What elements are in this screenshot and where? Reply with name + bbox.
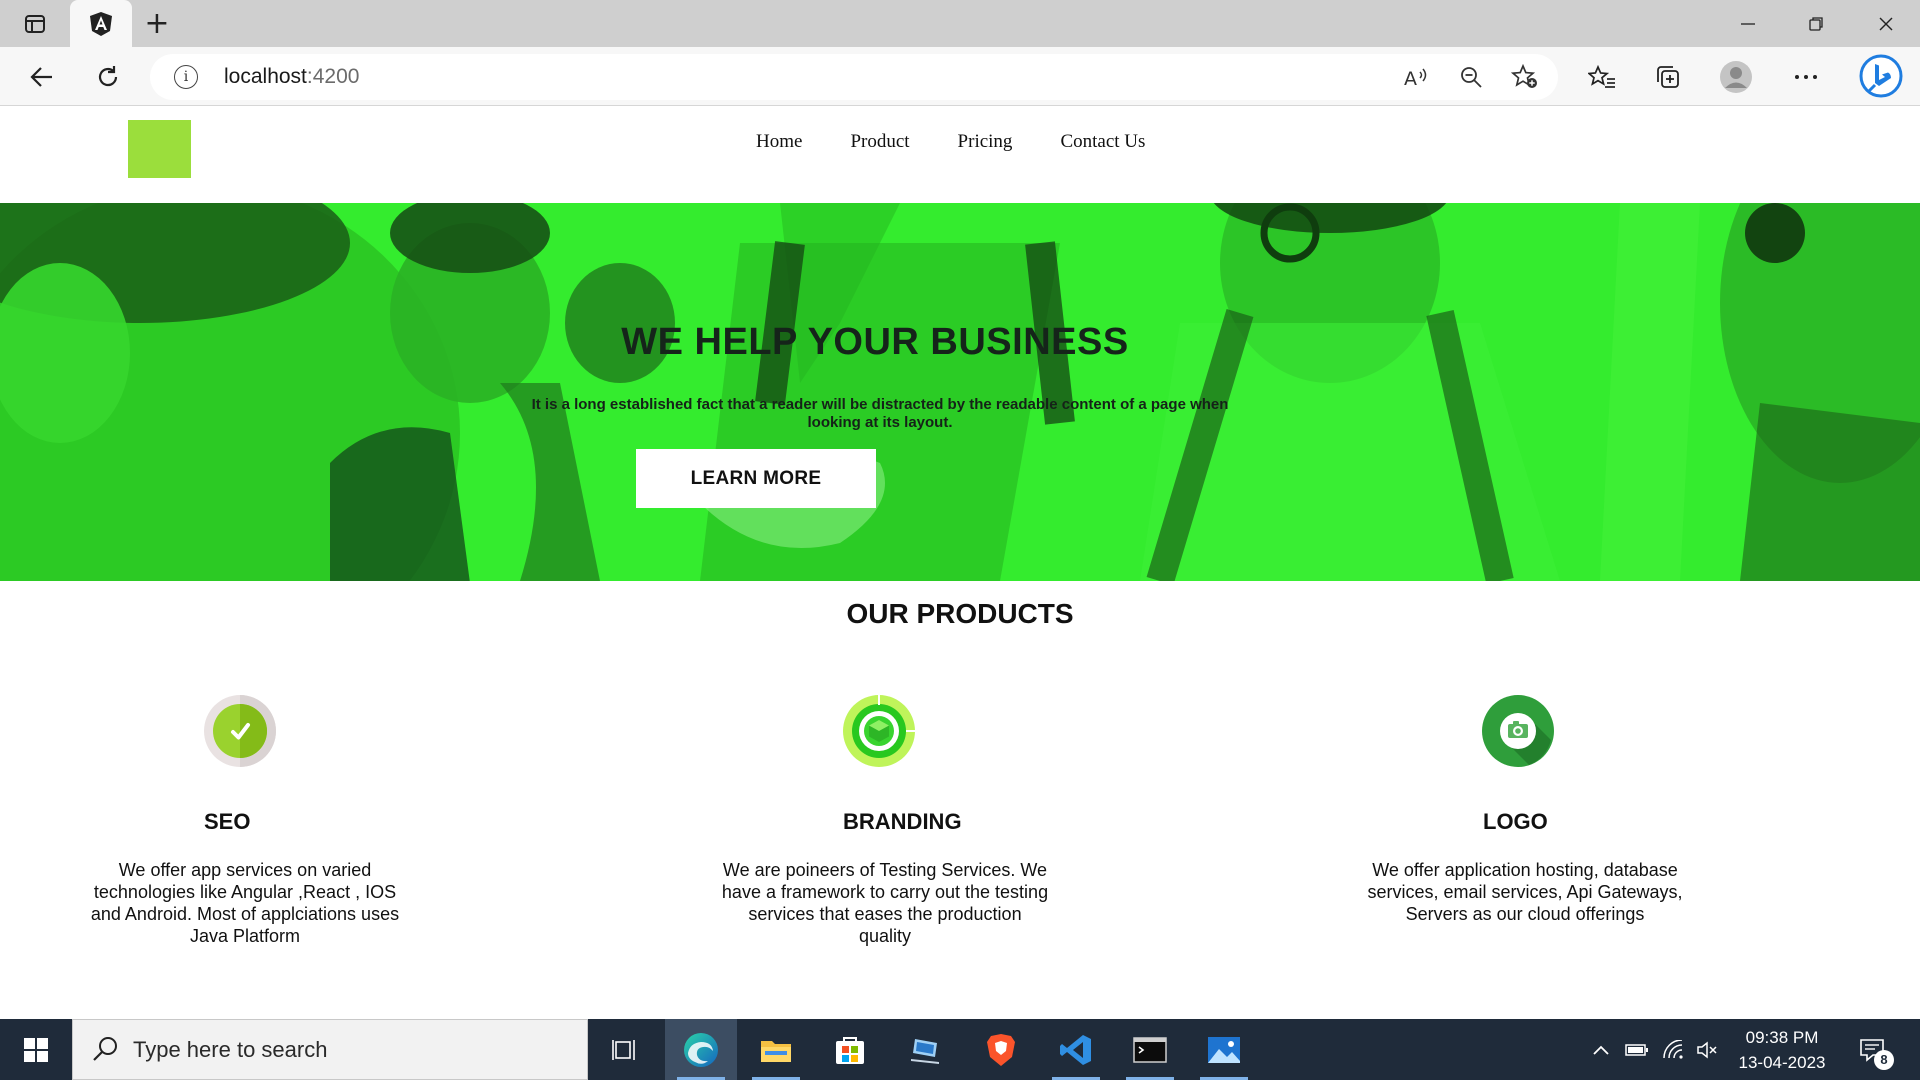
- windows-taskbar: Type here to search 09:38 PM 13-04-2023 …: [0, 1019, 1920, 1080]
- product-desc-branding: We are poineers of Testing Services. We …: [721, 860, 1049, 946]
- tab-actions-icon: [25, 14, 45, 33]
- address-field[interactable]: i localhost:4200 A: [150, 54, 1558, 100]
- volume-button[interactable]: [1690, 1019, 1724, 1080]
- back-button[interactable]: [20, 55, 64, 99]
- taskbar-search-box[interactable]: Type here to search: [72, 1019, 588, 1080]
- hero-banner: WE HELP YOUR BUSINESS It is a long estab…: [0, 203, 1920, 581]
- taskbar-clock[interactable]: 09:38 PM 13-04-2023: [1724, 1025, 1840, 1075]
- profile-icon: [1720, 61, 1752, 93]
- product-desc-seo: We offer app services on varied technolo…: [90, 860, 400, 946]
- plus-icon: +: [144, 6, 170, 41]
- clock-time: 09:38 PM: [1745, 1028, 1819, 1047]
- windows-logo-icon: [24, 1037, 48, 1062]
- refresh-button[interactable]: [86, 55, 130, 99]
- zoom-out-icon: [1461, 67, 1482, 88]
- browser-toolbar: i localhost:4200 A: [0, 47, 1920, 106]
- start-button[interactable]: [0, 1019, 72, 1080]
- restore-icon: [1809, 16, 1823, 31]
- brave-taskbar-button[interactable]: [965, 1019, 1037, 1080]
- network-button[interactable]: [1656, 1019, 1690, 1080]
- product-name-seo: SEO: [204, 809, 251, 834]
- minimize-icon: [1741, 22, 1755, 25]
- target-cube-icon: [843, 695, 915, 767]
- profile-button[interactable]: [1716, 57, 1756, 97]
- bing-chat-button[interactable]: [1856, 53, 1906, 99]
- terminal-taskbar-button[interactable]: [1114, 1019, 1186, 1080]
- tab-actions-button[interactable]: [0, 0, 70, 47]
- remote-desktop-icon: [911, 1038, 939, 1064]
- add-favorite-button[interactable]: [1509, 62, 1541, 92]
- task-view-button[interactable]: [588, 1019, 660, 1080]
- terminal-icon: [1133, 1036, 1167, 1063]
- web-page: Home Product Pricing Contact Us WE HELP …: [0, 107, 1920, 1019]
- battery-icon: [1625, 1043, 1648, 1056]
- camera-badge-icon: [1482, 695, 1554, 767]
- edge-icon: [684, 1032, 718, 1067]
- photos-icon: [1208, 1036, 1240, 1063]
- search-placeholder: Type here to search: [133, 1037, 328, 1062]
- show-hidden-icons-button[interactable]: [1586, 1019, 1616, 1080]
- new-tab-button[interactable]: +: [138, 0, 176, 47]
- nav-product-link[interactable]: Product: [850, 131, 909, 153]
- nav-pricing-link[interactable]: Pricing: [958, 131, 1013, 153]
- chevron-up-icon: [1593, 1045, 1609, 1055]
- battery-button[interactable]: [1620, 1019, 1654, 1080]
- more-icon: [1795, 75, 1817, 79]
- browser-titlebar: +: [0, 0, 1920, 47]
- photos-taskbar-button[interactable]: [1188, 1019, 1260, 1080]
- product-name-logo: LOGO: [1483, 809, 1548, 834]
- hero-title: WE HELP YOUR BUSINESS: [621, 321, 1129, 363]
- zoom-out-button[interactable]: [1455, 62, 1487, 92]
- favorites-button[interactable]: [1582, 57, 1622, 97]
- remote-desktop-taskbar-button[interactable]: [890, 1019, 962, 1080]
- product-name-branding: BRANDING: [843, 809, 962, 834]
- store-taskbar-button[interactable]: [814, 1019, 886, 1080]
- url-port: :4200: [306, 65, 360, 88]
- volume-muted-icon: [1697, 1040, 1717, 1059]
- hero-description: It is a long established fact that a rea…: [531, 396, 1229, 431]
- vscode-taskbar-button[interactable]: [1040, 1019, 1112, 1080]
- collections-button[interactable]: [1648, 57, 1688, 97]
- close-icon: [1879, 17, 1893, 30]
- angular-icon: [90, 11, 112, 36]
- bing-icon: [1859, 54, 1903, 98]
- check-badge-icon: [204, 695, 276, 767]
- notification-count-badge: 8: [1874, 1050, 1894, 1070]
- brave-icon: [987, 1033, 1015, 1066]
- collections-icon: [1657, 66, 1679, 88]
- url-host: localhost: [224, 65, 307, 88]
- minimize-button[interactable]: [1714, 0, 1782, 47]
- svg-text:A: A: [1404, 68, 1417, 88]
- more-button[interactable]: [1786, 57, 1826, 97]
- store-icon: [836, 1036, 864, 1064]
- add-favorite-icon: [1511, 64, 1537, 88]
- close-button[interactable]: [1852, 0, 1920, 47]
- learn-more-button[interactable]: LEARN MORE: [636, 449, 876, 508]
- nav-contact-link[interactable]: Contact Us: [1060, 131, 1145, 153]
- file-explorer-taskbar-button[interactable]: [740, 1019, 812, 1080]
- products-heading: OUR PRODUCTS: [846, 598, 1074, 629]
- back-arrow-icon: [30, 67, 52, 87]
- site-info-icon[interactable]: i: [174, 65, 198, 89]
- read-aloud-icon: A: [1404, 68, 1427, 88]
- nav-home-link[interactable]: Home: [756, 131, 802, 153]
- site-navigation: Home Product Pricing Contact Us: [756, 131, 1145, 153]
- restore-button[interactable]: [1782, 0, 1850, 47]
- task-view-icon: [612, 1039, 635, 1060]
- refresh-icon: [98, 66, 118, 87]
- site-logo[interactable]: [128, 120, 191, 178]
- url-text[interactable]: localhost:4200: [224, 65, 359, 89]
- browser-tab[interactable]: [70, 0, 132, 47]
- search-icon: [93, 1037, 117, 1061]
- edge-taskbar-button[interactable]: [665, 1019, 737, 1080]
- product-desc-logo: We offer application hosting, database s…: [1367, 860, 1683, 924]
- vscode-icon: [1060, 1034, 1091, 1065]
- favorites-icon: [1588, 65, 1615, 88]
- file-explorer-icon: [761, 1040, 791, 1062]
- wifi-icon: [1663, 1039, 1683, 1059]
- clock-date: 13-04-2023: [1738, 1053, 1826, 1072]
- hero-background-photo: [0, 203, 1920, 581]
- read-aloud-button[interactable]: A: [1401, 62, 1433, 92]
